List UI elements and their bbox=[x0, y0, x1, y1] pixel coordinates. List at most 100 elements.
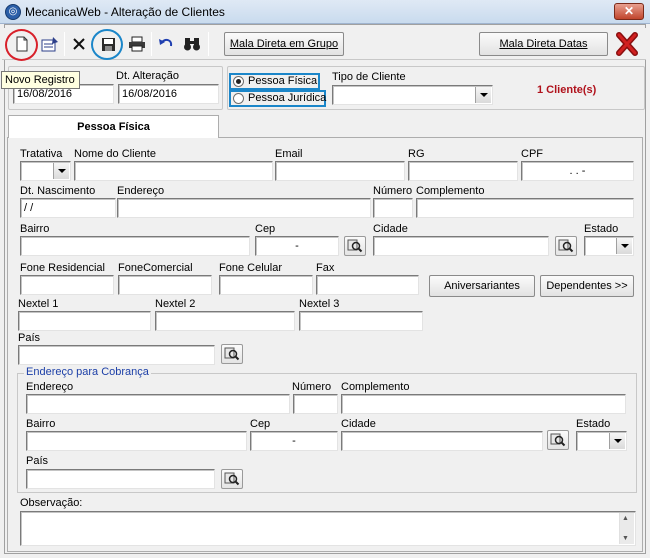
nextel3-field[interactable] bbox=[299, 311, 423, 331]
tab-pessoa-fisica[interactable]: Pessoa Física bbox=[8, 115, 219, 138]
pais-label: País bbox=[18, 332, 41, 344]
rg-field[interactable] bbox=[408, 161, 518, 181]
mecanicaweb-logo-icon: ◎ bbox=[5, 4, 21, 20]
find-button[interactable] bbox=[181, 33, 203, 55]
cep-label: Cep bbox=[255, 223, 276, 235]
bairro-label: Bairro bbox=[20, 223, 50, 235]
observacao-textarea[interactable]: ▲ ▼ bbox=[20, 511, 636, 546]
pais-search-button[interactable] bbox=[221, 344, 243, 364]
exit-button[interactable] bbox=[614, 31, 640, 57]
vertical-scrollbar[interactable]: ▲ ▼ bbox=[619, 513, 634, 544]
pessoa-fisica-radio[interactable]: Pessoa Física bbox=[233, 75, 317, 87]
observacao-label: Observação: bbox=[20, 497, 83, 509]
undo-button[interactable] bbox=[155, 33, 177, 55]
chevron-down-icon[interactable] bbox=[53, 163, 69, 179]
cobranca-bairro-field[interactable] bbox=[26, 431, 247, 451]
cobranca-cidade-search-button[interactable] bbox=[547, 430, 569, 450]
print-button[interactable] bbox=[126, 33, 148, 55]
cobranca-cep-field[interactable]: - bbox=[250, 431, 338, 451]
complemento-field[interactable] bbox=[416, 198, 634, 218]
fone-celular-field[interactable] bbox=[219, 275, 313, 295]
dt-alteracao-label: Dt. Alteração bbox=[116, 70, 179, 82]
fax-field[interactable] bbox=[316, 275, 419, 295]
pessoa-juridica-label: Pessoa Jurídica bbox=[248, 92, 327, 104]
pessoa-juridica-radio[interactable]: Pessoa Jurídica bbox=[233, 92, 326, 104]
fone-comercial-label: FoneComercial bbox=[118, 262, 193, 274]
rg-label: RG bbox=[408, 148, 425, 160]
nextel3-label: Nextel 3 bbox=[299, 298, 340, 310]
client-count: 1 Cliente(s) bbox=[537, 84, 597, 96]
save-highlight bbox=[91, 29, 123, 60]
tooltip: Novo Registro bbox=[1, 71, 80, 89]
chevron-down-icon[interactable] bbox=[609, 433, 625, 449]
mala-direta-grupo-label: Mala Direta em Grupo bbox=[229, 38, 339, 50]
mala-direta-datas-label: Mala Direta Datas bbox=[499, 38, 588, 50]
scroll-down-icon[interactable]: ▼ bbox=[622, 535, 629, 542]
nextel2-field[interactable] bbox=[155, 311, 295, 331]
cidade-label: Cidade bbox=[373, 223, 408, 235]
endereco-field[interactable] bbox=[117, 198, 371, 218]
estado-combo[interactable] bbox=[584, 236, 634, 256]
pessoa-fisica-label: Pessoa Física bbox=[248, 75, 318, 87]
email-label: Email bbox=[275, 148, 303, 160]
fone-comercial-field[interactable] bbox=[118, 275, 212, 295]
fone-celular-label: Fone Celular bbox=[219, 262, 282, 274]
undo-icon bbox=[159, 38, 173, 47]
tipo-cliente-label: Tipo de Cliente bbox=[332, 71, 406, 83]
delete-icon bbox=[73, 38, 85, 50]
cobranca-bairro-label: Bairro bbox=[26, 418, 56, 430]
cobranca-pais-field[interactable] bbox=[26, 469, 215, 489]
nextel1-label: Nextel 1 bbox=[18, 298, 59, 310]
magnifier-icon bbox=[558, 239, 574, 253]
bairro-field[interactable] bbox=[20, 236, 250, 256]
cpf-label: CPF bbox=[521, 148, 543, 160]
cpf-field[interactable]: . . - bbox=[521, 161, 634, 181]
numero-field[interactable] bbox=[373, 198, 413, 218]
cobranca-cidade-field[interactable] bbox=[341, 431, 543, 451]
pais-field[interactable] bbox=[18, 345, 215, 365]
cobranca-pais-search-button[interactable] bbox=[221, 469, 243, 489]
mala-direta-datas-button[interactable]: Mala Direta Datas bbox=[479, 32, 608, 56]
tipo-cliente-combo[interactable] bbox=[332, 85, 493, 105]
cep-field[interactable]: - bbox=[255, 236, 339, 256]
cobranca-numero-field[interactable] bbox=[293, 394, 338, 414]
red-x-exit-icon bbox=[616, 32, 638, 56]
magnifier-icon bbox=[224, 472, 240, 486]
magnifier-icon bbox=[347, 239, 363, 253]
window-title: MecanicaWeb - Alteração de Clientes bbox=[25, 5, 225, 19]
cobranca-estado-combo[interactable] bbox=[576, 431, 627, 451]
fone-residencial-field[interactable] bbox=[20, 275, 114, 295]
delete-button[interactable] bbox=[68, 33, 90, 55]
endereco-label: Endereço bbox=[117, 185, 165, 197]
dt-nascimento-label: Dt. Nascimento bbox=[20, 185, 96, 197]
cobranca-endereco-field[interactable] bbox=[26, 394, 290, 414]
cobranca-estado-label: Estado bbox=[576, 418, 611, 430]
fax-label: Fax bbox=[316, 262, 335, 274]
cobranca-complemento-field[interactable] bbox=[341, 394, 626, 414]
scroll-up-icon[interactable]: ▲ bbox=[622, 515, 629, 522]
window-close-button[interactable]: ✕ bbox=[614, 3, 644, 20]
chevron-down-icon[interactable] bbox=[616, 238, 632, 254]
cep-search-button[interactable] bbox=[344, 236, 366, 256]
magnifier-icon bbox=[550, 433, 566, 447]
cobranca-complemento-label: Complemento bbox=[341, 381, 410, 393]
dt-nascimento-field[interactable]: / / bbox=[20, 198, 116, 218]
print-icon bbox=[129, 36, 145, 52]
radio-selected-indicator bbox=[233, 75, 244, 87]
dt-alteracao-field[interactable]: 16/08/2016 bbox=[118, 84, 219, 104]
cobranca-cidade-label: Cidade bbox=[341, 418, 376, 430]
email-field[interactable] bbox=[275, 161, 405, 181]
nextel1-field[interactable] bbox=[18, 311, 151, 331]
nome-field[interactable] bbox=[74, 161, 273, 181]
dependentes-button[interactable]: Dependentes >> bbox=[540, 275, 634, 297]
cidade-search-button[interactable] bbox=[555, 236, 577, 256]
cidade-field[interactable] bbox=[373, 236, 549, 256]
cobranca-numero-label: Número bbox=[292, 381, 332, 393]
aniversariantes-button[interactable]: Aniversariantes bbox=[429, 275, 535, 297]
chevron-down-icon[interactable] bbox=[475, 87, 491, 103]
numero-label: Número bbox=[373, 185, 413, 197]
edit-record-button[interactable] bbox=[39, 33, 61, 55]
edit-form-icon bbox=[41, 37, 58, 52]
mala-direta-grupo-button[interactable]: Mala Direta em Grupo bbox=[224, 32, 344, 56]
tratativa-combo[interactable] bbox=[20, 161, 71, 181]
